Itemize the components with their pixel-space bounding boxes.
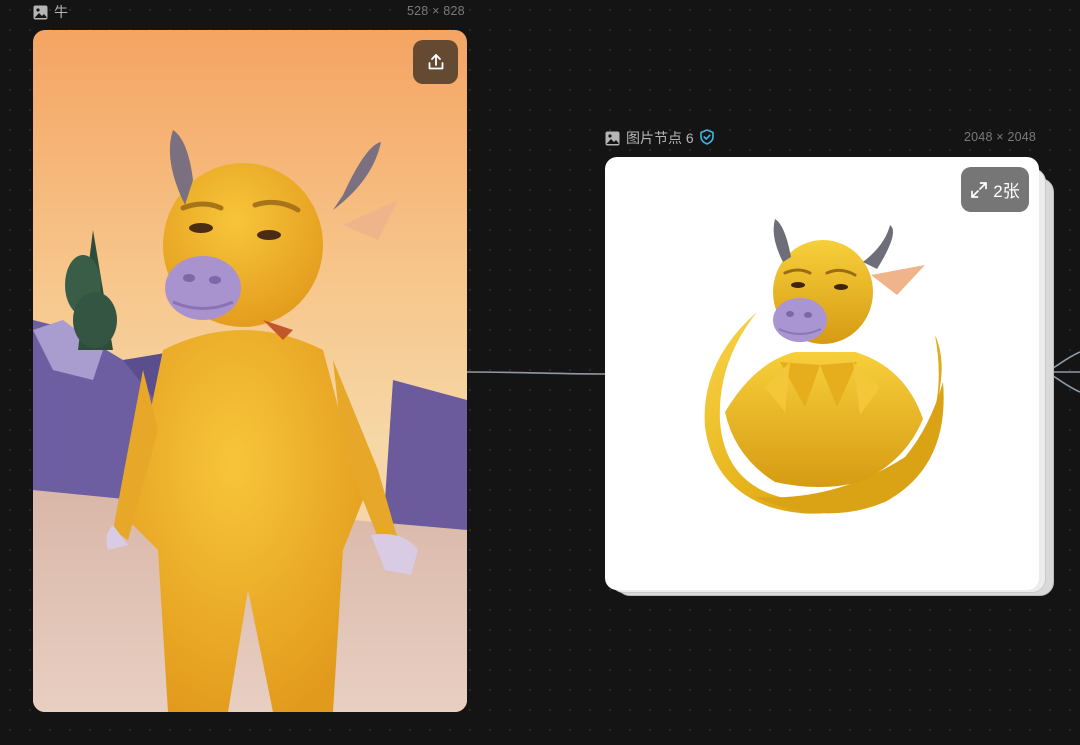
node-title: 图片节点 6 [626, 130, 694, 146]
shield-check-icon [699, 128, 714, 148]
image-icon [605, 131, 620, 146]
expand-stack-button[interactable]: 2张 [961, 167, 1029, 212]
bull-mascot-logo [704, 219, 944, 514]
image-count-label: 2张 [993, 182, 1020, 201]
generated-image-preview[interactable] [605, 157, 1039, 590]
bull-character-photo [33, 30, 467, 712]
node-dimensions: 528 × 828 [407, 4, 465, 18]
expand-icon [971, 181, 988, 198]
node-header-image-6[interactable]: 图片节点 6 [605, 128, 714, 148]
node-title: 牛 [54, 4, 68, 20]
image-icon [33, 5, 48, 20]
node-header-niu[interactable]: 牛 [33, 2, 68, 22]
source-image-preview[interactable] [33, 30, 467, 712]
upload-icon [428, 54, 443, 70]
upload-button[interactable] [413, 40, 458, 84]
node-dimensions: 2048 × 2048 [964, 130, 1037, 144]
